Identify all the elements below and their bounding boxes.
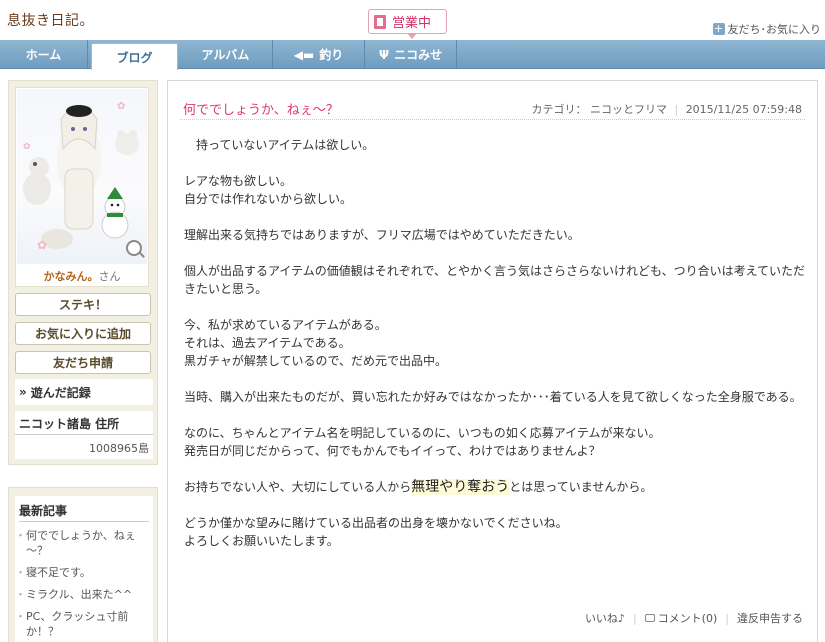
- tab-nicomise-label: ニコみせ: [394, 48, 443, 62]
- tab-album[interactable]: アルバム: [179, 40, 273, 69]
- fork-knife-icon: Ψ: [378, 47, 390, 62]
- avatar-frame: ✿ ✿ ✿ かなみん。さん: [15, 87, 149, 287]
- recent-article-item[interactable]: ミラクル、出来た^^: [15, 587, 149, 602]
- tab-home-label: ホーム: [25, 48, 62, 62]
- island-address-value[interactable]: 1008965島: [15, 435, 153, 456]
- profile-suffix: さん: [98, 270, 121, 283]
- post-category-link[interactable]: ニコッとフリマ: [590, 103, 667, 116]
- post-meta: カテゴリ： ニコッとフリマ | 2015/11/25 07:59:48: [531, 101, 802, 117]
- played-record-label: 遊んだ記録: [30, 385, 91, 400]
- svg-text:✿: ✿: [23, 142, 31, 152]
- tab-nicomise[interactable]: Ψ ニコみせ: [365, 40, 457, 69]
- post-emphasis-paragraph: お持ちでない人や、大切にしている人から無理やり奪おうとは思っていませんから。: [184, 478, 809, 496]
- post-paragraph: 今、私が求めているアイテムがある。 それは、過去アイテムである。 黒ガチャが解禁…: [184, 318, 448, 368]
- post-paragraph: 個人が出品するアイテムの価値観はそれぞれで、とやかく言う気はさらさらないけれども…: [184, 264, 806, 296]
- meta-divider: |: [674, 103, 679, 116]
- fish-icon: ◀▬: [293, 47, 315, 62]
- comment-link[interactable]: コメント(0): [658, 610, 718, 626]
- post-footer: いいね♪ | コメント(0) | 違反申告する: [585, 610, 803, 626]
- island-address-box: ニコット諸島 住所 1008965島: [15, 411, 153, 459]
- comment-icon: [644, 614, 655, 622]
- double-chevron-icon: »: [19, 385, 27, 399]
- recent-article-item[interactable]: 寝不足です。: [15, 565, 149, 580]
- emphasis-before: お持ちでない人や、大切にしている人から: [184, 480, 412, 494]
- post-datetime: 2015/11/25 07:59:48: [685, 103, 802, 116]
- tab-album-label: アルバム: [201, 48, 250, 62]
- post-closing: どうか僅かな望みに賭けている出品者の出身を壊かないでくださいね。 よろしくお願い…: [184, 516, 568, 548]
- add-favorite-button[interactable]: お気に入りに追加: [15, 322, 151, 345]
- island-address-title: ニコット諸島 住所: [15, 411, 153, 435]
- profile-name[interactable]: かなみん。: [44, 270, 99, 283]
- svg-text:✿: ✿: [117, 101, 125, 112]
- blog-post: 何ででしょうか、ねぇ～？ カテゴリ： ニコッとフリマ | 2015/11/25 …: [167, 80, 818, 642]
- recent-article-item[interactable]: 何ででしょうか、ねぇ～？: [15, 528, 149, 558]
- post-title[interactable]: 何ででしょうか、ねぇ～？: [183, 99, 339, 118]
- tab-fishing[interactable]: ◀▬ 釣り: [273, 40, 365, 69]
- tab-home[interactable]: ホーム: [0, 40, 88, 69]
- profile-name-row: かなみん。さん: [16, 268, 148, 284]
- footer-divider: |: [725, 611, 729, 625]
- svg-text:✿: ✿: [37, 238, 47, 252]
- recent-article-item[interactable]: PC、クラッシュ寸前か！？: [15, 609, 149, 639]
- post-paragraph: レアな物も欲しい。 自分では作れないから欲しい。: [184, 174, 353, 206]
- friends-favorites-label: 友だち･お気に入り: [727, 23, 822, 36]
- like-link[interactable]: いいね♪: [585, 610, 625, 626]
- post-paragraph: なのに、ちゃんとアイテム名を明記しているのに、いつもの如く応募アイテムが来ない。…: [184, 426, 661, 458]
- post-body: 持っていないアイテムは欲しい。 レアな物も欲しい。 自分では作れないから欲しい。…: [184, 136, 809, 568]
- zoom-icon[interactable]: [126, 240, 142, 256]
- tab-blog[interactable]: ブログ: [91, 43, 178, 70]
- suteki-button[interactable]: ステキ！: [15, 293, 151, 316]
- post-paragraph: 当時、購入が出来たものだが、買い忘れたか好みではなかったか･･･着ている人を見て…: [184, 390, 802, 404]
- played-record-link[interactable]: » 遊んだ記録: [15, 379, 153, 405]
- recent-articles-title: 最新記事: [19, 502, 149, 522]
- friends-favorites-link[interactable]: + 友だち･お気に入り: [712, 21, 822, 37]
- recent-articles: 最新記事 何ででしょうか、ねぇ～？ 寝不足です。 ミラクル、出来た^^ PC、ク…: [8, 487, 158, 642]
- post-category-label: カテゴリ：: [531, 103, 587, 116]
- avatar[interactable]: ✿ ✿ ✿: [17, 89, 147, 264]
- tab-fishing-label: 釣り: [319, 48, 344, 62]
- open-badge-label: 営業中: [392, 16, 432, 31]
- tab-blog-label: ブログ: [116, 50, 153, 65]
- footer-divider: |: [632, 611, 637, 625]
- emphasis-text: 無理やり奪おう: [411, 479, 510, 495]
- divider: [180, 119, 805, 120]
- shop-door-icon: [374, 14, 386, 29]
- plus-icon: +: [712, 22, 725, 35]
- friend-request-button[interactable]: 友だち申請: [15, 351, 151, 374]
- profile-sidebar: ✿ ✿ ✿ かなみん。さん ステキ！ お気に入りに追加 友だち申請 » 遊んだ記…: [8, 80, 158, 465]
- nav-bar: ホーム ブログ アルバム ◀▬ 釣り Ψ ニコみせ: [0, 40, 825, 70]
- emphasis-after: とは思っていませんから。: [509, 480, 653, 494]
- recent-articles-inner: 最新記事 何ででしょうか、ねぇ～？ 寝不足です。 ミラクル、出来た^^ PC、ク…: [15, 496, 153, 642]
- site-title[interactable]: 息抜き日記。: [7, 10, 94, 30]
- post-paragraph: 持っていないアイテムは欲しい。: [184, 138, 375, 152]
- open-badge[interactable]: 営業中: [368, 9, 447, 39]
- report-link[interactable]: 違反申告する: [737, 610, 803, 626]
- post-paragraph: 理解出来る気持ちではありますが、フリマ広場ではやめていただきたい。: [184, 228, 580, 242]
